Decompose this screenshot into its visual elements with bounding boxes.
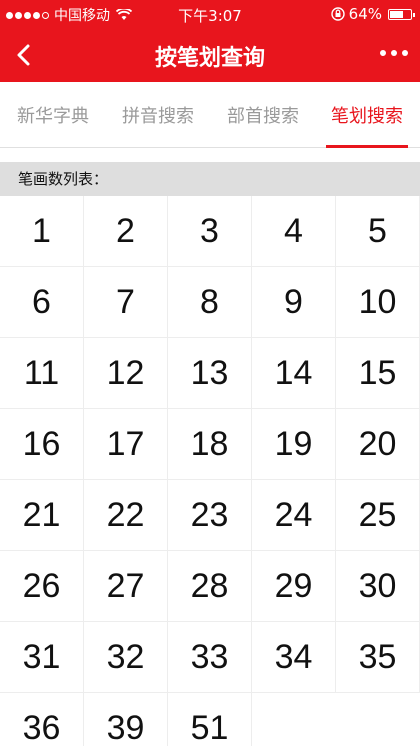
stroke-count-cell[interactable]: 8 (168, 267, 252, 338)
stroke-count-cell[interactable]: 10 (336, 267, 420, 338)
stroke-count-cell[interactable]: 35 (336, 622, 420, 693)
orientation-lock-icon (330, 7, 345, 21)
stroke-count-cell[interactable]: 15 (336, 338, 420, 409)
stroke-count-cell[interactable]: 33 (168, 622, 252, 693)
stroke-count-cell[interactable]: 6 (0, 267, 84, 338)
status-right: 64% (330, 5, 415, 23)
stroke-count-cell[interactable]: 24 (252, 480, 336, 551)
tab-xinhua-dictionary[interactable]: 新华字典 (12, 102, 94, 148)
stroke-count-cell[interactable]: 5 (336, 196, 420, 267)
active-tab-indicator (326, 145, 408, 148)
stroke-count-cell[interactable]: 19 (252, 409, 336, 480)
stroke-count-cell[interactable]: 34 (252, 622, 336, 693)
more-dots-icon[interactable] (380, 50, 408, 56)
tab-label: 拼音搜索 (122, 106, 194, 127)
stroke-count-cell[interactable]: 12 (84, 338, 168, 409)
battery-icon (388, 8, 415, 20)
stroke-count-cell[interactable]: 31 (0, 622, 84, 693)
stroke-count-cell[interactable]: 26 (0, 551, 84, 622)
tab-radical-search[interactable]: 部首搜索 (222, 102, 304, 148)
stroke-count-cell[interactable]: 20 (336, 409, 420, 480)
stroke-count-cell[interactable]: 1 (0, 196, 84, 267)
tab-label: 部首搜索 (227, 106, 299, 127)
stroke-count-cell[interactable]: 32 (84, 622, 168, 693)
stroke-count-cell[interactable]: 39 (84, 693, 168, 746)
stroke-count-cell[interactable]: 30 (336, 551, 420, 622)
stroke-count-grid: 1 2 3 4 5 6 7 8 9 10 11 12 13 14 15 16 17 18 19 20 21 22 23 24 2… (0, 196, 420, 746)
stroke-count-cell[interactable]: 16 (0, 409, 84, 480)
stroke-count-cell[interactable]: 9 (252, 267, 336, 338)
stroke-count-cell[interactable]: 11 (0, 338, 84, 409)
nav-bar: 按笔划查询 (0, 28, 420, 82)
stroke-count-cell[interactable]: 4 (252, 196, 336, 267)
battery-percent: 64% (348, 5, 382, 23)
stroke-count-cell[interactable]: 2 (84, 196, 168, 267)
stroke-count-cell[interactable]: 36 (0, 693, 84, 746)
tab-stroke-search[interactable]: 笔划搜索 (326, 102, 408, 148)
stroke-count-cell[interactable]: 13 (168, 338, 252, 409)
tab-pinyin-search[interactable]: 拼音搜索 (117, 102, 199, 148)
stroke-count-cell[interactable]: 14 (252, 338, 336, 409)
tab-label: 笔划搜索 (331, 106, 403, 127)
stroke-count-cell[interactable]: 7 (84, 267, 168, 338)
tab-label: 新华字典 (17, 106, 89, 127)
stroke-count-cell[interactable]: 22 (84, 480, 168, 551)
status-bar: 中国移动 下午3:07 64% (0, 0, 420, 28)
tab-bar: 新华字典 拼音搜索 部首搜索 笔划搜索 (0, 82, 420, 148)
stroke-count-cell[interactable]: 18 (168, 409, 252, 480)
stroke-count-cell[interactable]: 27 (84, 551, 168, 622)
stroke-count-cell[interactable]: 29 (252, 551, 336, 622)
stroke-count-cell[interactable]: 17 (84, 409, 168, 480)
section-header: 笔画数列表： (0, 162, 420, 196)
battery-fill (390, 10, 403, 18)
stroke-count-cell[interactable]: 21 (0, 480, 84, 551)
stroke-count-cell[interactable]: 23 (168, 480, 252, 551)
page-title: 按笔划查询 (154, 46, 265, 71)
stroke-count-cell[interactable]: 28 (168, 551, 252, 622)
stroke-count-cell[interactable]: 3 (168, 196, 252, 267)
stroke-count-cell[interactable]: 25 (336, 480, 420, 551)
stroke-count-cell[interactable]: 51 (168, 693, 252, 746)
